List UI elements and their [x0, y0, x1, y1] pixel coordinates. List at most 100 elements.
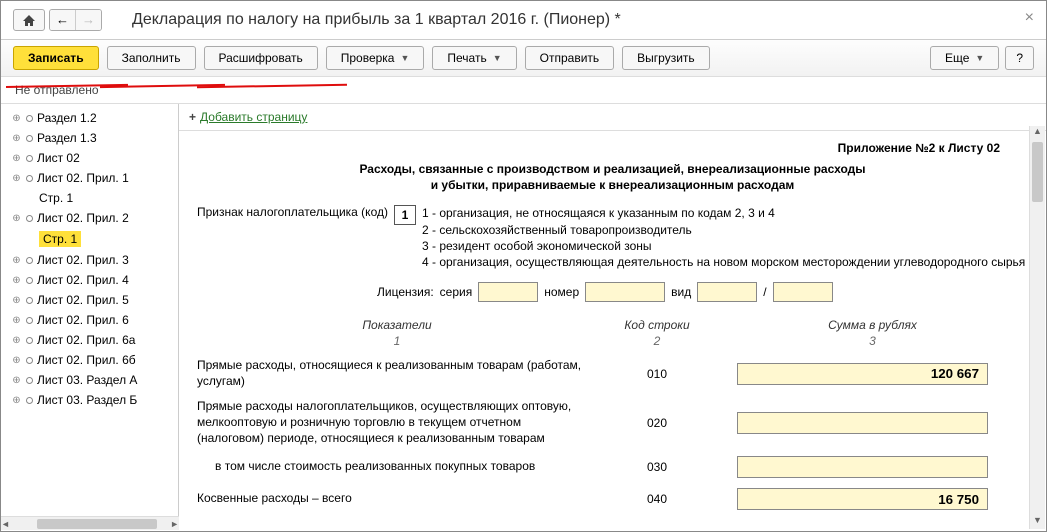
license-sep: / — [763, 285, 766, 299]
check-button[interactable]: Проверка▼ — [326, 46, 425, 70]
back-button[interactable]: ← — [50, 10, 76, 30]
scroll-down-icon[interactable]: ▼ — [1030, 515, 1045, 529]
tree-item-label: Стр. 1 — [39, 231, 81, 247]
home-icon — [22, 14, 36, 27]
row-code: 010 — [597, 367, 717, 381]
home-button[interactable] — [13, 9, 45, 31]
row-value-input[interactable] — [737, 488, 988, 510]
expand-icon[interactable]: ⊕ — [11, 213, 22, 224]
bullet-icon — [26, 337, 33, 344]
license-series-input[interactable] — [478, 282, 538, 302]
forward-button[interactable]: → — [76, 10, 101, 30]
row-value-input[interactable] — [737, 456, 988, 478]
tree-item-label: Лист 03. Раздел Б — [37, 393, 137, 407]
tree-item[interactable]: ⊕ Лист 03. Раздел А — [1, 370, 178, 390]
expand-icon[interactable]: ⊕ — [11, 355, 22, 366]
tree-item-label: Лист 02. Прил. 1 — [37, 171, 129, 185]
send-button[interactable]: Отправить — [525, 46, 615, 70]
bullet-icon — [26, 215, 33, 222]
row-label: Прямые расходы налогоплательщиков, осуще… — [197, 399, 597, 446]
row-label: в том числе: — [197, 520, 597, 524]
status-text: Не отправлено — [1, 77, 1046, 104]
scroll-right-icon[interactable]: ► — [170, 519, 179, 529]
tree-item[interactable]: Стр. 1 — [1, 228, 178, 250]
save-button[interactable]: Записать — [13, 46, 99, 70]
scroll-up-icon[interactable]: ▲ — [1030, 126, 1045, 140]
expand-icon[interactable]: ⊕ — [11, 295, 22, 306]
license-series-label: серия — [440, 285, 473, 299]
add-page-bar: +Добавить страницу — [179, 104, 1046, 131]
expand-icon[interactable]: ⊕ — [11, 153, 22, 164]
tree-item[interactable]: ⊕ Лист 02. Прил. 4 — [1, 270, 178, 290]
fill-button[interactable]: Заполнить — [107, 46, 196, 70]
data-row: Прямые расходы, относящиеся к реализован… — [197, 358, 1028, 389]
tree-item-label: Лист 02. Прил. 4 — [37, 273, 129, 287]
bullet-icon — [26, 397, 33, 404]
row-code: 020 — [597, 416, 717, 430]
vertical-scrollbar[interactable]: ▲ ▼ — [1029, 126, 1045, 529]
tree-item[interactable]: ⊕ Лист 02. Прил. 6 — [1, 310, 178, 330]
print-button[interactable]: Печать▼ — [432, 46, 516, 70]
tree-item[interactable]: ⊕Лист 02. Прил. 6б — [1, 350, 178, 370]
tree-item-label: Лист 02. Прил. 6 — [37, 313, 129, 327]
tree-item[interactable]: ⊕ Лист 02. Прил. 6а — [1, 330, 178, 350]
tree-item[interactable]: Стр. 1 — [1, 188, 178, 208]
taxpayer-code-input[interactable]: 1 — [394, 205, 416, 225]
close-button[interactable]: × — [1025, 9, 1034, 27]
expand-icon[interactable]: ⊕ — [11, 275, 22, 286]
tree-item[interactable]: ⊕ Лист 03. Раздел Б — [1, 390, 178, 410]
tree-item-label: Стр. 1 — [39, 191, 73, 205]
data-row: Прямые расходы налогоплательщиков, осуще… — [197, 399, 1028, 446]
expand-icon[interactable]: ⊕ — [11, 173, 22, 184]
license-number-input[interactable] — [585, 282, 665, 302]
bullet-icon — [26, 377, 33, 384]
tree-item[interactable]: ⊕ Лист 02. Прил. 1 — [1, 168, 178, 188]
tree-item-label: Лист 02. Прил. 6а — [37, 333, 135, 347]
add-page-link[interactable]: Добавить страницу — [200, 110, 307, 124]
taxpayer-code-label: Признак налогоплательщика (код) — [197, 205, 388, 219]
tree-item[interactable]: ⊕Лист 02. Прил. 5 — [1, 290, 178, 310]
scroll-left-icon[interactable]: ◄ — [1, 519, 10, 529]
row-label: Косвенные расходы – всего — [197, 491, 597, 507]
tree-item-label: Лист 02 — [37, 151, 80, 165]
license-type-input[interactable] — [697, 282, 757, 302]
more-button[interactable]: Еще▼ — [930, 46, 999, 70]
decode-button[interactable]: Расшифровать — [204, 46, 318, 70]
expand-icon[interactable]: ⊕ — [11, 315, 22, 326]
expand-icon[interactable]: ⊕ — [11, 375, 22, 386]
tree-item[interactable]: ⊕ Лист 02. Прил. 2 — [1, 208, 178, 228]
bullet-icon — [26, 115, 33, 122]
tree-item[interactable]: ⊕Раздел 1.3 — [1, 128, 178, 148]
nav-back-forward[interactable]: ← → — [49, 9, 102, 31]
export-button[interactable]: Выгрузить — [622, 46, 710, 70]
expand-icon[interactable]: ⊕ — [11, 395, 22, 406]
row-value-input[interactable] — [737, 363, 988, 385]
row-code: 030 — [597, 460, 717, 474]
row-value-col — [717, 456, 1028, 478]
license-number-label: номер — [544, 285, 579, 299]
tree-item[interactable]: ⊕ Лист 02 — [1, 148, 178, 168]
taxpayer-code-description: 1 - организация, не относящаяся к указан… — [422, 205, 1025, 270]
row-label: в том числе стоимость реализованных поку… — [197, 459, 597, 475]
caret-icon: ▼ — [493, 53, 502, 63]
expand-icon[interactable]: ⊕ — [11, 113, 22, 124]
license-extra-input[interactable] — [773, 282, 833, 302]
expand-icon[interactable]: ⊕ — [11, 335, 22, 346]
scroll-hthumb[interactable] — [37, 519, 157, 529]
tree-item-label: Лист 02. Прил. 2 — [37, 211, 129, 225]
row-value-input[interactable] — [737, 412, 988, 434]
row-value-col — [717, 412, 1028, 434]
expand-icon[interactable]: ⊕ — [11, 133, 22, 144]
expand-icon[interactable]: ⊕ — [11, 255, 22, 266]
sidebar-horizontal-scrollbar[interactable]: ◄ ► — [1, 516, 179, 530]
document-heading: Расходы, связанные с производством и реа… — [197, 161, 1028, 193]
scroll-thumb[interactable] — [1032, 142, 1043, 202]
navigation-tree[interactable]: ⊕Раздел 1.2⊕Раздел 1.3⊕Лист 02⊕Лист 02. … — [1, 104, 179, 524]
row-value-col — [717, 488, 1028, 510]
bullet-icon — [26, 297, 33, 304]
tree-item-label: Лист 03. Раздел А — [37, 373, 137, 387]
help-button[interactable]: ? — [1005, 46, 1034, 70]
tree-item[interactable]: ⊕Лист 02. Прил. 3 — [1, 250, 178, 270]
tree-item[interactable]: ⊕Раздел 1.2 — [1, 108, 178, 128]
bullet-icon — [26, 357, 33, 364]
